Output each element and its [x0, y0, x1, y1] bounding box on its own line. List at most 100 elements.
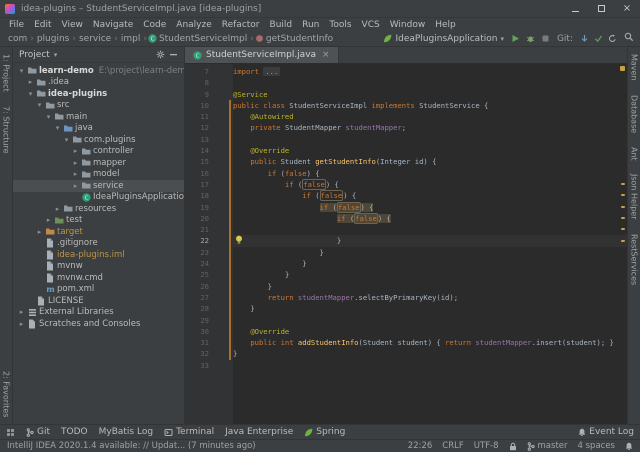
code-line-content[interactable]: if (false) { — [233, 179, 627, 190]
menu-item-view[interactable]: View — [57, 20, 88, 30]
collapse-arrow-icon[interactable]: ▾ — [62, 136, 71, 144]
expand-arrow-icon[interactable]: ▸ — [17, 308, 26, 316]
tool-button-2-favorites[interactable]: 2: Favorites — [2, 371, 11, 417]
debug-button[interactable] — [526, 34, 535, 43]
collapse-arrow-icon[interactable]: ▾ — [17, 67, 26, 75]
line-number[interactable]: 26 — [185, 281, 215, 292]
tree-item-src[interactable]: ▾src — [13, 100, 184, 112]
tree-item-external-libraries[interactable]: ▸External Libraries — [13, 307, 184, 319]
line-number[interactable]: 27 — [185, 292, 215, 303]
expand-arrow-icon[interactable]: ▸ — [17, 320, 26, 328]
tool-button-terminal[interactable]: Terminal — [164, 427, 214, 437]
code-line-content[interactable]: } — [233, 281, 627, 292]
readonly-toggle[interactable] — [509, 442, 517, 451]
breadcrumb-item-impl[interactable]: impl — [119, 34, 142, 44]
code-line-content[interactable] — [233, 134, 627, 145]
warning-mark[interactable] — [621, 240, 625, 242]
tree-item-idea[interactable]: ▸.idea — [13, 77, 184, 89]
search-everywhere-button[interactable] — [624, 32, 634, 42]
breadcrumb-item-plugins[interactable]: plugins — [35, 34, 72, 44]
minimize-button[interactable] — [562, 0, 588, 17]
line-number[interactable]: 18 — [185, 190, 215, 201]
line-number[interactable]: 11 — [185, 111, 215, 122]
stop-button[interactable] — [541, 34, 550, 43]
tree-item-scratches-and-consoles[interactable]: ▸Scratches and Consoles — [13, 318, 184, 330]
code-line-content[interactable] — [233, 315, 627, 326]
line-number[interactable]: 10 — [185, 100, 215, 111]
expand-arrow-icon[interactable]: ▸ — [35, 228, 44, 236]
code-line-content[interactable]: return studentMapper.selectByPrimaryKey(… — [233, 292, 627, 303]
menu-item-edit[interactable]: Edit — [29, 20, 56, 30]
settings-button[interactable] — [156, 50, 165, 59]
tool-button-todo[interactable]: TODO — [61, 427, 88, 437]
warning-mark[interactable] — [621, 228, 625, 230]
line-number[interactable]: 31 — [185, 337, 215, 348]
expand-arrow-icon[interactable]: ▸ — [71, 182, 80, 190]
notifications[interactable] — [625, 442, 633, 451]
tree-item-target[interactable]: ▸target — [13, 226, 184, 238]
tool-button-1-project[interactable]: 1: Project — [2, 54, 11, 92]
tool-button-7-structure[interactable]: 7: Structure — [2, 106, 11, 154]
code-line-content[interactable]: public class StudentServiceImpl implemen… — [233, 100, 627, 111]
line-number[interactable]: 15 — [185, 156, 215, 167]
menu-item-help[interactable]: Help — [430, 20, 461, 30]
code-line-content[interactable]: if (false) { — [233, 168, 627, 179]
code-line-content[interactable] — [233, 224, 627, 235]
code-line-content[interactable] — [233, 360, 627, 371]
collapse-arrow-icon[interactable]: ▾ — [53, 124, 62, 132]
expand-arrow-icon[interactable]: ▸ — [71, 159, 80, 167]
line-number[interactable]: 19 — [185, 202, 215, 213]
run-configuration-select[interactable]: IdeaPluginsApplication ▾ — [383, 34, 503, 44]
line-number[interactable]: 20 — [185, 213, 215, 224]
git-branch[interactable]: master — [527, 441, 568, 451]
tool-button-java-enterprise[interactable]: Java Enterprise — [225, 427, 293, 437]
code-line-content[interactable]: } — [233, 269, 627, 280]
tool-button-spring[interactable]: Spring — [304, 427, 345, 437]
run-button[interactable] — [511, 34, 520, 43]
tree-item-learn-demo[interactable]: ▾learn-demoE:\project\learn-demo — [13, 65, 184, 77]
line-number[interactable]: 17 — [185, 179, 215, 190]
menu-item-analyze[interactable]: Analyze — [171, 20, 216, 30]
menu-item-navigate[interactable]: Navigate — [88, 20, 138, 30]
line-number[interactable]: 16 — [185, 168, 215, 179]
line-number[interactable]: 22 — [185, 235, 215, 246]
menu-item-build[interactable]: Build — [265, 20, 298, 30]
line-number[interactable]: 12 — [185, 122, 215, 133]
tool-button-restservices[interactable]: RestServices — [630, 234, 639, 285]
inspection-indicator[interactable] — [620, 66, 625, 71]
menu-item-window[interactable]: Window — [385, 20, 431, 30]
code-line-content[interactable]: } — [233, 348, 627, 359]
close-button[interactable]: × — [614, 0, 640, 17]
code-line-content[interactable]: if (false) { — [233, 202, 627, 213]
breadcrumb-item-studentserviceimpl[interactable]: StudentServiceImpl — [157, 34, 249, 44]
code-line-content[interactable]: } — [233, 258, 627, 269]
expand-arrow-icon[interactable]: ▸ — [26, 78, 35, 86]
indent-style[interactable]: 4 spaces — [578, 441, 615, 451]
tree-item-main[interactable]: ▾main — [13, 111, 184, 123]
code-line-content[interactable]: } — [233, 247, 627, 258]
tree-item-model[interactable]: ▸model — [13, 169, 184, 181]
line-number[interactable]: 23 — [185, 247, 215, 258]
code-line-content[interactable]: @Override — [233, 326, 627, 337]
tab-close-icon[interactable]: × — [322, 50, 330, 60]
hide-panel-button[interactable] — [169, 50, 178, 59]
warning-mark[interactable] — [621, 183, 625, 185]
code-line-content[interactable]: if (false) { — [233, 190, 627, 201]
code-line-content[interactable]: public int addStudentInfo(Student studen… — [233, 337, 627, 348]
code-line-content[interactable]: public Student getStudentInfo(Integer id… — [233, 156, 627, 167]
menu-item-refactor[interactable]: Refactor — [217, 20, 265, 30]
tree-item-service[interactable]: ▸service — [13, 180, 184, 192]
tool-button-ant[interactable]: Ant — [630, 147, 639, 161]
tree-item-controller[interactable]: ▸controller — [13, 146, 184, 158]
line-separator[interactable]: CRLF — [442, 441, 463, 451]
git-rollback-button[interactable] — [608, 34, 617, 43]
tool-button-database[interactable]: Database — [630, 95, 639, 133]
code-editor[interactable]: 7import ...89@Service10public class Stud… — [185, 64, 627, 424]
menu-item-code[interactable]: Code — [138, 20, 171, 30]
intention-bulb-icon[interactable] — [235, 235, 243, 248]
tool-button-json-helper[interactable]: Json Helper — [630, 174, 639, 219]
tree-item-license[interactable]: LICENSE — [13, 295, 184, 307]
code-line-content[interactable]: } — [233, 235, 627, 246]
status-message[interactable]: IntelliJ IDEA 2020.1.4 available: // Upd… — [7, 441, 256, 451]
line-number[interactable]: 9 — [185, 89, 215, 100]
